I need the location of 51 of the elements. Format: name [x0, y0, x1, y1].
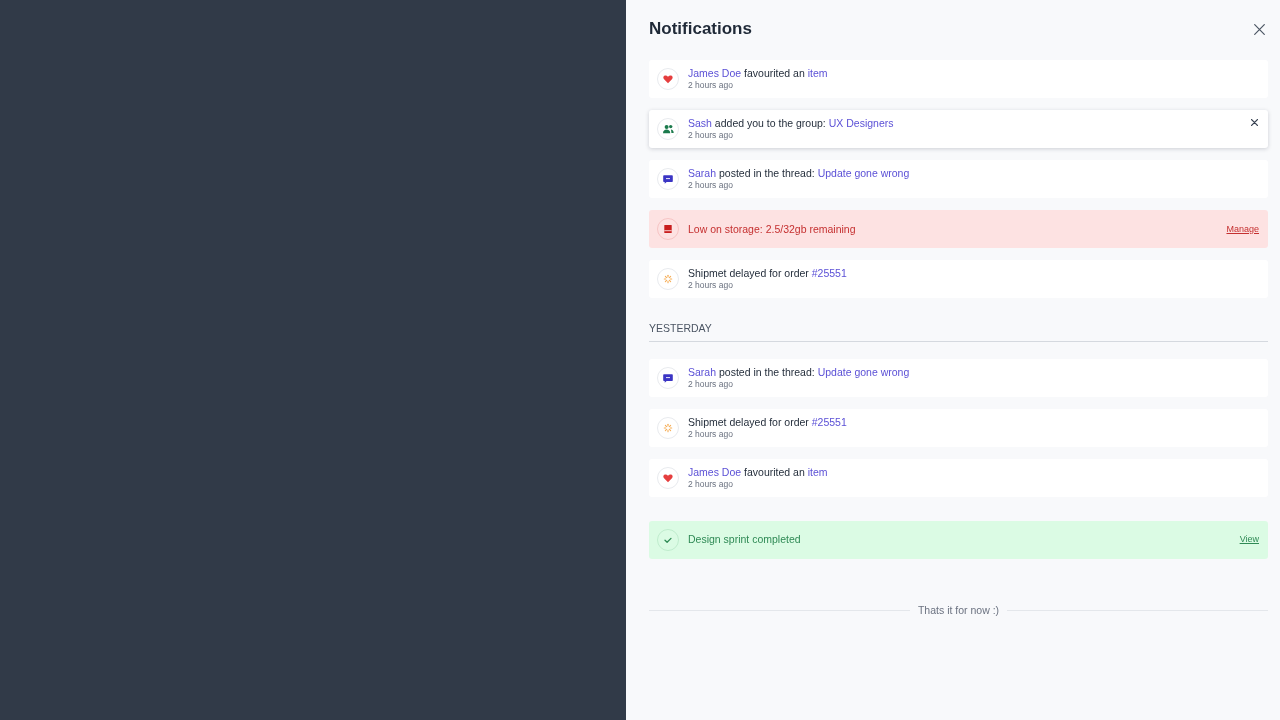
notification-text: Sarah posted in the thread: Update gone wrong: [688, 167, 910, 180]
close-icon[interactable]: [1250, 118, 1258, 126]
drive-icon: [657, 218, 679, 240]
timestamp: 2 hours ago: [688, 379, 733, 390]
link[interactable]: #25551: [811, 416, 847, 428]
close-icon[interactable]: [1254, 23, 1265, 35]
timestamp: 2 hours ago: [688, 80, 733, 91]
drawer-title: Notifications: [649, 20, 752, 38]
link[interactable]: James Doe: [688, 466, 742, 478]
check-icon: [657, 528, 679, 551]
spinner-icon: [657, 417, 679, 439]
footer-note: Thats it for now :): [917, 604, 1000, 617]
link[interactable]: #25551: [811, 267, 847, 279]
notification-card[interactable]: Design sprint completed View: [649, 520, 1268, 559]
action-link[interactable]: Manage: [1226, 223, 1259, 235]
people-icon: [657, 118, 679, 140]
notification-text: Shipmet delayed for order #25551: [688, 267, 847, 280]
notification-text: Shipmet delayed for order #25551: [688, 416, 847, 429]
action-link[interactable]: View: [1239, 534, 1259, 545]
timestamp: 2 hours ago: [688, 130, 733, 141]
timestamp: 2 hours ago: [688, 180, 733, 191]
link[interactable]: item: [807, 466, 828, 478]
link[interactable]: item: [807, 67, 828, 79]
timestamp: 2 hours ago: [688, 479, 733, 490]
notification-card[interactable]: James Doe favourited an item 2 hours ago: [649, 459, 1268, 497]
link[interactable]: Update gone wrong: [817, 167, 910, 179]
chat-bubble-icon: [657, 367, 679, 389]
link[interactable]: James Doe: [688, 67, 742, 79]
link[interactable]: Sash: [688, 117, 712, 129]
notification-card[interactable]: Shipmet delayed for order #25551 2 hours ago: [649, 260, 1268, 298]
notification-card[interactable]: Low on storage: 2.5/32gb remaining Manage: [649, 210, 1268, 248]
notification-card[interactable]: Shipmet delayed for order #25551 2 hours ago: [649, 409, 1268, 447]
spinner-icon: [657, 268, 679, 290]
notification-card[interactable]: Sarah posted in the thread: Update gone wrong 2 hours ago: [649, 359, 1268, 397]
alert-text: Low on storage: 2.5/32gb remaining: [688, 222, 856, 236]
notification-text: James Doe favourited an item: [688, 466, 828, 479]
link[interactable]: Sarah: [688, 167, 717, 179]
link[interactable]: UX Designers: [828, 117, 894, 129]
timestamp: 2 hours ago: [688, 280, 733, 291]
notification-text: Sarah posted in the thread: Update gone wrong: [688, 366, 910, 379]
link[interactable]: Sarah: [688, 366, 717, 378]
notification-card[interactable]: Sash added you to the group: UX Designers 2 hours ago: [649, 110, 1268, 148]
notification-text: Sash added you to the group: UX Designers: [688, 117, 894, 130]
alert-text: Design sprint completed: [688, 533, 801, 546]
section-heading: YESTERDAY: [649, 321, 712, 335]
notification-card[interactable]: James Doe favourited an item 2 hours ago: [649, 60, 1268, 98]
notification-card[interactable]: Sarah posted in the thread: Update gone wrong 2 hours ago: [649, 160, 1268, 198]
timestamp: 2 hours ago: [688, 429, 733, 440]
notification-text: James Doe favourited an item: [688, 67, 828, 80]
link[interactable]: Update gone wrong: [817, 366, 910, 378]
chat-bubble-icon: [657, 168, 679, 190]
